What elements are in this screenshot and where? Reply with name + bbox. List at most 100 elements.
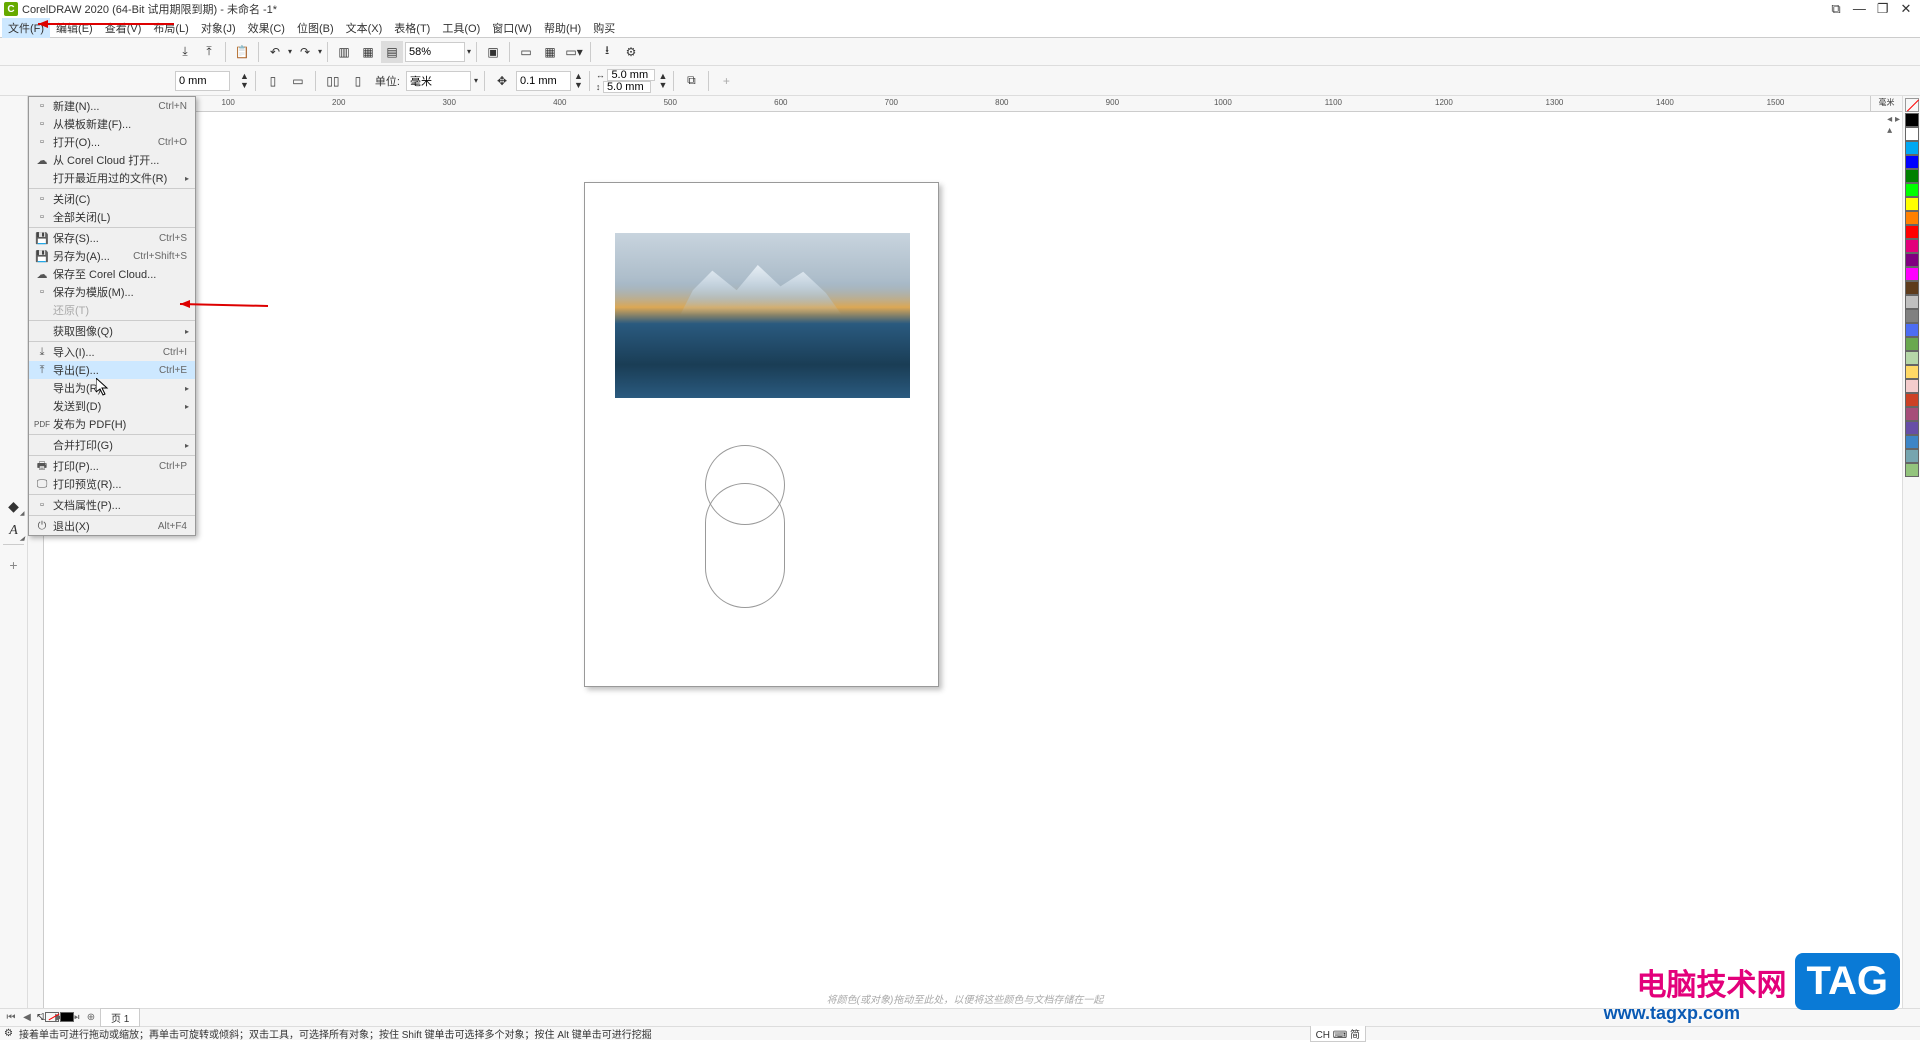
- color-swatch[interactable]: [1905, 141, 1919, 155]
- import-icon[interactable]: ⤓: [174, 41, 196, 63]
- menu-close[interactable]: ▫关闭(C): [29, 190, 195, 208]
- bitmap-image[interactable]: [615, 233, 910, 398]
- grid-icon[interactable]: ▦: [539, 41, 561, 63]
- color-swatch[interactable]: [1905, 435, 1919, 449]
- zoom-input[interactable]: [405, 42, 465, 62]
- unit-select[interactable]: [406, 71, 471, 91]
- menu-new-template[interactable]: ▫从模板新建(F)...: [29, 115, 195, 133]
- color-swatch[interactable]: [1905, 225, 1919, 239]
- menu-recent[interactable]: 打开最近用过的文件(R)▸: [29, 169, 195, 187]
- tool-interactive-fill[interactable]: ◆◢: [2, 494, 26, 518]
- fullscreen-icon[interactable]: ▣: [482, 41, 504, 63]
- menu-buy[interactable]: 购买: [587, 18, 621, 38]
- fill-swatch[interactable]: [45, 1012, 59, 1022]
- popout-icon[interactable]: ⧉: [1826, 1, 1846, 17]
- color-swatch[interactable]: [1905, 449, 1919, 463]
- menu-tools[interactable]: 工具(O): [436, 18, 486, 38]
- nudge-input[interactable]: [516, 71, 571, 91]
- menu-export-as[interactable]: 导出为(R)▸: [29, 379, 195, 397]
- color-swatch[interactable]: [1905, 113, 1919, 127]
- align-icon[interactable]: ▭: [515, 41, 537, 63]
- menu-save-template[interactable]: ▫保存为模版(M)...: [29, 283, 195, 301]
- tool-text[interactable]: A◢: [2, 519, 26, 543]
- menu-save-as[interactable]: 💾另存为(A)...Ctrl+Shift+S: [29, 247, 195, 265]
- menu-file[interactable]: 文件(F): [2, 18, 50, 38]
- color-swatch[interactable]: [1905, 337, 1919, 351]
- menu-effects[interactable]: 效果(C): [242, 18, 291, 38]
- color-swatch[interactable]: [1905, 281, 1919, 295]
- menu-doc-properties[interactable]: ▫文档属性(P)...: [29, 496, 195, 514]
- no-fill-swatch[interactable]: [1905, 98, 1919, 112]
- color-swatch[interactable]: [1905, 421, 1919, 435]
- color-swatch[interactable]: [1905, 407, 1919, 421]
- tool-add[interactable]: +: [2, 553, 26, 577]
- menu-export[interactable]: ⤒导出(E)...Ctrl+E: [29, 361, 195, 379]
- color-swatch[interactable]: [1905, 127, 1919, 141]
- menu-import[interactable]: ⤓导入(I)...Ctrl+I: [29, 343, 195, 361]
- menu-send-to[interactable]: 发送到(D)▸: [29, 397, 195, 415]
- page-current-icon[interactable]: ▯: [347, 70, 369, 92]
- menu-bitmap[interactable]: 位图(B): [291, 18, 340, 38]
- color-swatch[interactable]: [1905, 183, 1919, 197]
- redo-icon[interactable]: ↷: [294, 41, 316, 63]
- color-swatch[interactable]: [1905, 379, 1919, 393]
- color-swatch[interactable]: [1905, 267, 1919, 281]
- menu-layout[interactable]: 布局(L): [147, 18, 194, 38]
- nav-arrows[interactable]: ◂ ▸▴: [1887, 114, 1900, 136]
- color-swatch[interactable]: [1905, 197, 1919, 211]
- canvas-viewport[interactable]: 将颜色(或对象)拖动至此处，以便将这些颜色与文档存储在一起: [44, 112, 1886, 1008]
- orient-landscape-icon[interactable]: ▭: [287, 70, 309, 92]
- color-swatch[interactable]: [1905, 239, 1919, 253]
- menu-table[interactable]: 表格(T): [388, 18, 436, 38]
- menu-acquire-image[interactable]: 获取图像(Q)▸: [29, 322, 195, 340]
- color-swatch[interactable]: [1905, 393, 1919, 407]
- color-swatch[interactable]: [1905, 323, 1919, 337]
- menu-open-cloud[interactable]: ☁从 Corel Cloud 打开...: [29, 151, 195, 169]
- menu-print-preview[interactable]: 🖵打印预览(R)...: [29, 475, 195, 493]
- menu-publish-pdf[interactable]: PDF发布为 PDF(H): [29, 415, 195, 433]
- export-icon[interactable]: ⤒: [198, 41, 220, 63]
- dup-x-input[interactable]: [607, 69, 655, 81]
- ruler-horizontal[interactable]: 100 200 300 400 500 600 700 800 900 1000…: [44, 96, 1886, 112]
- menu-merge-print[interactable]: 合并打印(G)▸: [29, 436, 195, 454]
- orient-portrait-icon[interactable]: ▯: [262, 70, 284, 92]
- menu-window[interactable]: 窗口(W): [486, 18, 538, 38]
- gear-icon[interactable]: ⚙: [4, 1028, 13, 1039]
- ellipse-shape[interactable]: [705, 445, 785, 525]
- menu-edit[interactable]: 编辑(E): [50, 18, 99, 38]
- settings-icon[interactable]: ⚙: [620, 41, 642, 63]
- page-tab[interactable]: 页 1: [100, 1008, 140, 1027]
- menu-help[interactable]: 帮助(H): [538, 18, 587, 38]
- menu-object[interactable]: 对象(J): [195, 18, 242, 38]
- snap-a-icon[interactable]: ▥: [333, 41, 355, 63]
- color-swatch[interactable]: [1905, 169, 1919, 183]
- pos-x-field[interactable]: [175, 71, 237, 91]
- menu-exit[interactable]: ⏻退出(X)Alt+F4: [29, 517, 195, 535]
- menu-open[interactable]: ▫打开(O)...Ctrl+O: [29, 133, 195, 151]
- color-swatch[interactable]: [1905, 365, 1919, 379]
- undo-icon[interactable]: ↶: [264, 41, 286, 63]
- menu-new[interactable]: ▫新建(N)...Ctrl+N: [29, 97, 195, 115]
- menu-save[interactable]: 💾保存(S)...Ctrl+S: [29, 229, 195, 247]
- maximize-icon[interactable]: ❐: [1873, 1, 1893, 17]
- options-dropdown-icon[interactable]: ▭▾: [563, 41, 585, 63]
- launch-icon[interactable]: ⭳: [596, 41, 618, 63]
- snap-c-icon[interactable]: ▤: [381, 41, 403, 63]
- color-swatch[interactable]: [1905, 253, 1919, 267]
- color-swatch[interactable]: [1905, 351, 1919, 365]
- menu-close-all[interactable]: ▫全部关闭(L): [29, 208, 195, 226]
- close-icon[interactable]: ✕: [1896, 1, 1916, 17]
- snap-b-icon[interactable]: ▦: [357, 41, 379, 63]
- page-all-icon[interactable]: ▯▯: [322, 70, 344, 92]
- minimize-icon[interactable]: —: [1849, 1, 1869, 16]
- menu-save-cloud[interactable]: ☁保存至 Corel Cloud...: [29, 265, 195, 283]
- color-swatch[interactable]: [1905, 211, 1919, 225]
- add-icon[interactable]: +: [715, 70, 737, 92]
- clipboard-icon[interactable]: 📋: [231, 41, 253, 63]
- color-swatch[interactable]: [1905, 463, 1919, 477]
- menu-view[interactable]: 查看(V): [99, 18, 148, 38]
- page-prev-icon[interactable]: ◀: [20, 1012, 34, 1023]
- menu-text[interactable]: 文本(X): [340, 18, 389, 38]
- outline-swatch[interactable]: [60, 1012, 74, 1022]
- document-page[interactable]: [584, 182, 939, 687]
